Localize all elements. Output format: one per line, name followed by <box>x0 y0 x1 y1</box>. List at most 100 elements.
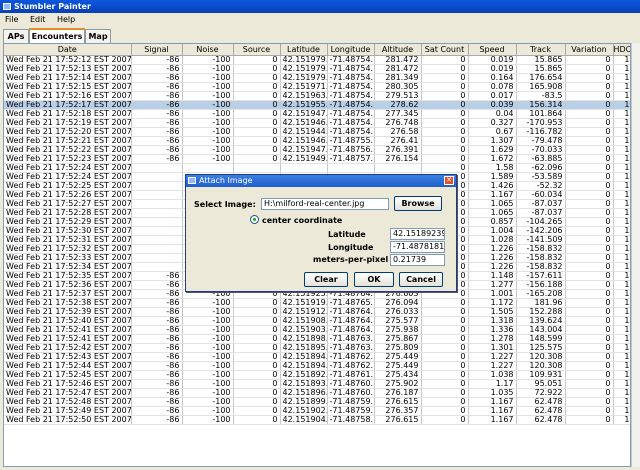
table-row[interactable]: Wed Feb 21 17:52:16 EST 2007 -86 -100 0 42.1… <box>4 91 630 101</box>
table-row[interactable]: Wed Feb 21 17:52:18 EST 2007 -86 -100 0 42.1… <box>4 109 630 119</box>
table-cell: 0 <box>233 127 281 137</box>
table-row[interactable]: Wed Feb 21 17:52:45 EST 2007 -86 -100 0 42.1… <box>4 370 630 380</box>
longitude-input[interactable]: -71.4878181979 <box>390 241 445 253</box>
table-cell: 0 <box>421 298 469 308</box>
table-cell: 0 <box>565 289 614 299</box>
column-header[interactable]: HDOP <box>613 44 630 56</box>
table-row[interactable]: Wed Feb 21 17:52:50 EST 2007 -86 -100 0 42.1… <box>4 415 630 425</box>
table-cell: 0.019 <box>468 55 517 65</box>
menu-help[interactable]: Help <box>57 15 75 24</box>
table-cell: Wed Feb 21 17:52:28 EST 2007 <box>4 208 132 218</box>
menu-file[interactable]: File <box>5 15 18 24</box>
table-cell: -86 <box>131 154 183 164</box>
table-row[interactable]: Wed Feb 21 17:52:46 EST 2007 -86 -100 0 42.1… <box>4 379 630 389</box>
table-cell: 276.094 <box>374 298 422 308</box>
table-cell: -87.037 <box>516 199 566 209</box>
table-row[interactable]: Wed Feb 21 17:52:49 EST 2007 -86 -100 0 42.1… <box>4 406 630 416</box>
table-cell: Wed Feb 21 17:52:19 EST 2007 <box>4 118 132 128</box>
meters-per-pixel-input[interactable]: 0.21739 <box>390 254 445 266</box>
table-cell: 1 <box>613 244 630 254</box>
column-header[interactable]: Track <box>516 44 566 56</box>
table-cell: -141.509 <box>516 235 566 245</box>
table-row[interactable]: Wed Feb 21 17:52:19 EST 2007 -86 -100 0 42.1… <box>4 118 630 128</box>
menu-bar: File Edit Help <box>0 13 640 27</box>
table-cell: -156.188 <box>516 280 566 290</box>
tab-map[interactable]: Map <box>85 29 111 43</box>
table-cell: 0 <box>233 73 281 83</box>
table-cell: 0 <box>233 325 281 335</box>
column-header[interactable]: Longitude <box>327 44 375 56</box>
table-row[interactable]: Wed Feb 21 17:52:14 EST 2007 -86 -100 0 42.1… <box>4 73 630 83</box>
close-icon[interactable]: ✕ <box>444 176 454 185</box>
menu-edit[interactable]: Edit <box>30 15 46 24</box>
table-row[interactable]: Wed Feb 21 17:52:42 EST 2007 -86 -100 0 42.1… <box>4 343 630 353</box>
table-row[interactable]: Wed Feb 21 17:52:15 EST 2007 -86 -100 0 42.1… <box>4 82 630 92</box>
table-cell: 275.902 <box>374 379 422 389</box>
table-row[interactable]: Wed Feb 21 17:52:40 EST 2007 -86 -100 0 42.1… <box>4 316 630 326</box>
table-row[interactable]: Wed Feb 21 17:52:41 EST 2007 -86 -100 0 42.1… <box>4 334 630 344</box>
column-header[interactable]: Variation <box>565 44 614 56</box>
column-header[interactable]: Source <box>233 44 281 56</box>
ok-button[interactable]: OK <box>354 272 394 287</box>
cancel-button[interactable]: Cancel <box>399 272 443 287</box>
table-row[interactable]: Wed Feb 21 17:52:24 EST 2007 0 1.58 -62.096… <box>4 163 630 173</box>
table-cell: 0 <box>421 343 469 353</box>
table-cell: -71.48760... <box>327 379 375 389</box>
table-row[interactable]: Wed Feb 21 17:52:20 EST 2007 -86 -100 0 42.1… <box>4 127 630 137</box>
tab-aps[interactable]: APs <box>3 29 29 43</box>
table-cell: Wed Feb 21 17:52:22 EST 2007 <box>4 145 132 155</box>
table-cell: -100 <box>182 370 234 380</box>
latitude-input[interactable]: 42.1518923934 <box>390 228 445 240</box>
table-cell: -86 <box>131 316 183 326</box>
column-header[interactable]: Latitude <box>280 44 328 56</box>
title-bar[interactable]: Stumbler Painter <box>0 0 640 13</box>
table-row[interactable]: Wed Feb 21 17:52:44 EST 2007 -86 -100 0 42.1… <box>4 361 630 371</box>
table-cell: Wed Feb 21 17:52:18 EST 2007 <box>4 109 132 119</box>
table-row[interactable]: Wed Feb 21 17:52:13 EST 2007 -86 -100 0 42.1… <box>4 64 630 74</box>
table-cell: 1 <box>613 181 630 191</box>
column-header[interactable]: Speed <box>468 44 517 56</box>
table-row[interactable]: Wed Feb 21 17:52:21 EST 2007 -86 -100 0 42.1… <box>4 136 630 146</box>
column-header[interactable]: Altitude <box>374 44 422 56</box>
table-cell: 0 <box>233 415 281 425</box>
image-path-input[interactable]: H:\milford-real-center.jpg <box>261 198 389 210</box>
table-row[interactable]: Wed Feb 21 17:52:23 EST 2007 -86 -100 0 42.1… <box>4 154 630 164</box>
vertical-scrollbar[interactable] <box>631 43 640 467</box>
table-cell: Wed Feb 21 17:52:48 EST 2007 <box>4 397 132 407</box>
table-cell: 1 <box>613 118 630 128</box>
table-cell: 0 <box>565 406 614 416</box>
table-cell: 0 <box>565 334 614 344</box>
browse-button[interactable]: Browse <box>394 196 442 211</box>
table-cell: 281.472 <box>374 64 422 74</box>
clear-button[interactable]: Clear <box>304 272 348 287</box>
center-coordinate-radio[interactable] <box>250 215 259 224</box>
table-row[interactable]: Wed Feb 21 17:52:41 EST 2007 -86 -100 0 42.1… <box>4 325 630 335</box>
column-header[interactable]: Signal <box>131 44 183 56</box>
dialog-title-bar[interactable]: Attach Image ✕ <box>186 175 456 187</box>
table-cell: 0 <box>233 55 281 65</box>
table-row[interactable]: Wed Feb 21 17:52:39 EST 2007 -86 -100 0 42.1… <box>4 307 630 317</box>
table-cell: 0 <box>421 370 469 380</box>
table-cell: Wed Feb 21 17:52:43 EST 2007 <box>4 352 132 362</box>
table-cell: -86 <box>131 352 183 362</box>
tab-encounters[interactable]: Encounters <box>29 28 85 43</box>
table-cell: 0 <box>421 379 469 389</box>
table-row[interactable]: Wed Feb 21 17:52:38 EST 2007 -86 -100 0 42.1… <box>4 298 630 308</box>
table-cell: -71.48764... <box>327 307 375 317</box>
table-cell: 0 <box>233 397 281 407</box>
column-header[interactable]: Date <box>4 44 132 56</box>
table-cell: 42.151895... <box>280 343 328 353</box>
table-row[interactable]: Wed Feb 21 17:52:48 EST 2007 -86 -100 0 42.1… <box>4 397 630 407</box>
table-row[interactable]: Wed Feb 21 17:52:47 EST 2007 -86 -100 0 42.1… <box>4 388 630 398</box>
column-header[interactable]: Noise <box>182 44 234 56</box>
table-cell: 1 <box>613 226 630 236</box>
column-header[interactable]: Sat Count <box>421 44 469 56</box>
app-icon <box>3 3 11 10</box>
table-cell: -100 <box>182 406 234 416</box>
table-cell: 0 <box>421 118 469 128</box>
table-row[interactable]: Wed Feb 21 17:52:12 EST 2007 -86 -100 0 42.1… <box>4 55 630 65</box>
table-row[interactable]: Wed Feb 21 17:52:17 EST 2007 -86 -100 0 42.1… <box>4 100 630 110</box>
table-row[interactable]: Wed Feb 21 17:52:22 EST 2007 -86 -100 0 42.1… <box>4 145 630 155</box>
table-row[interactable]: Wed Feb 21 17:52:43 EST 2007 -86 -100 0 42.1… <box>4 352 630 362</box>
table-cell: Wed Feb 21 17:52:20 EST 2007 <box>4 127 132 137</box>
